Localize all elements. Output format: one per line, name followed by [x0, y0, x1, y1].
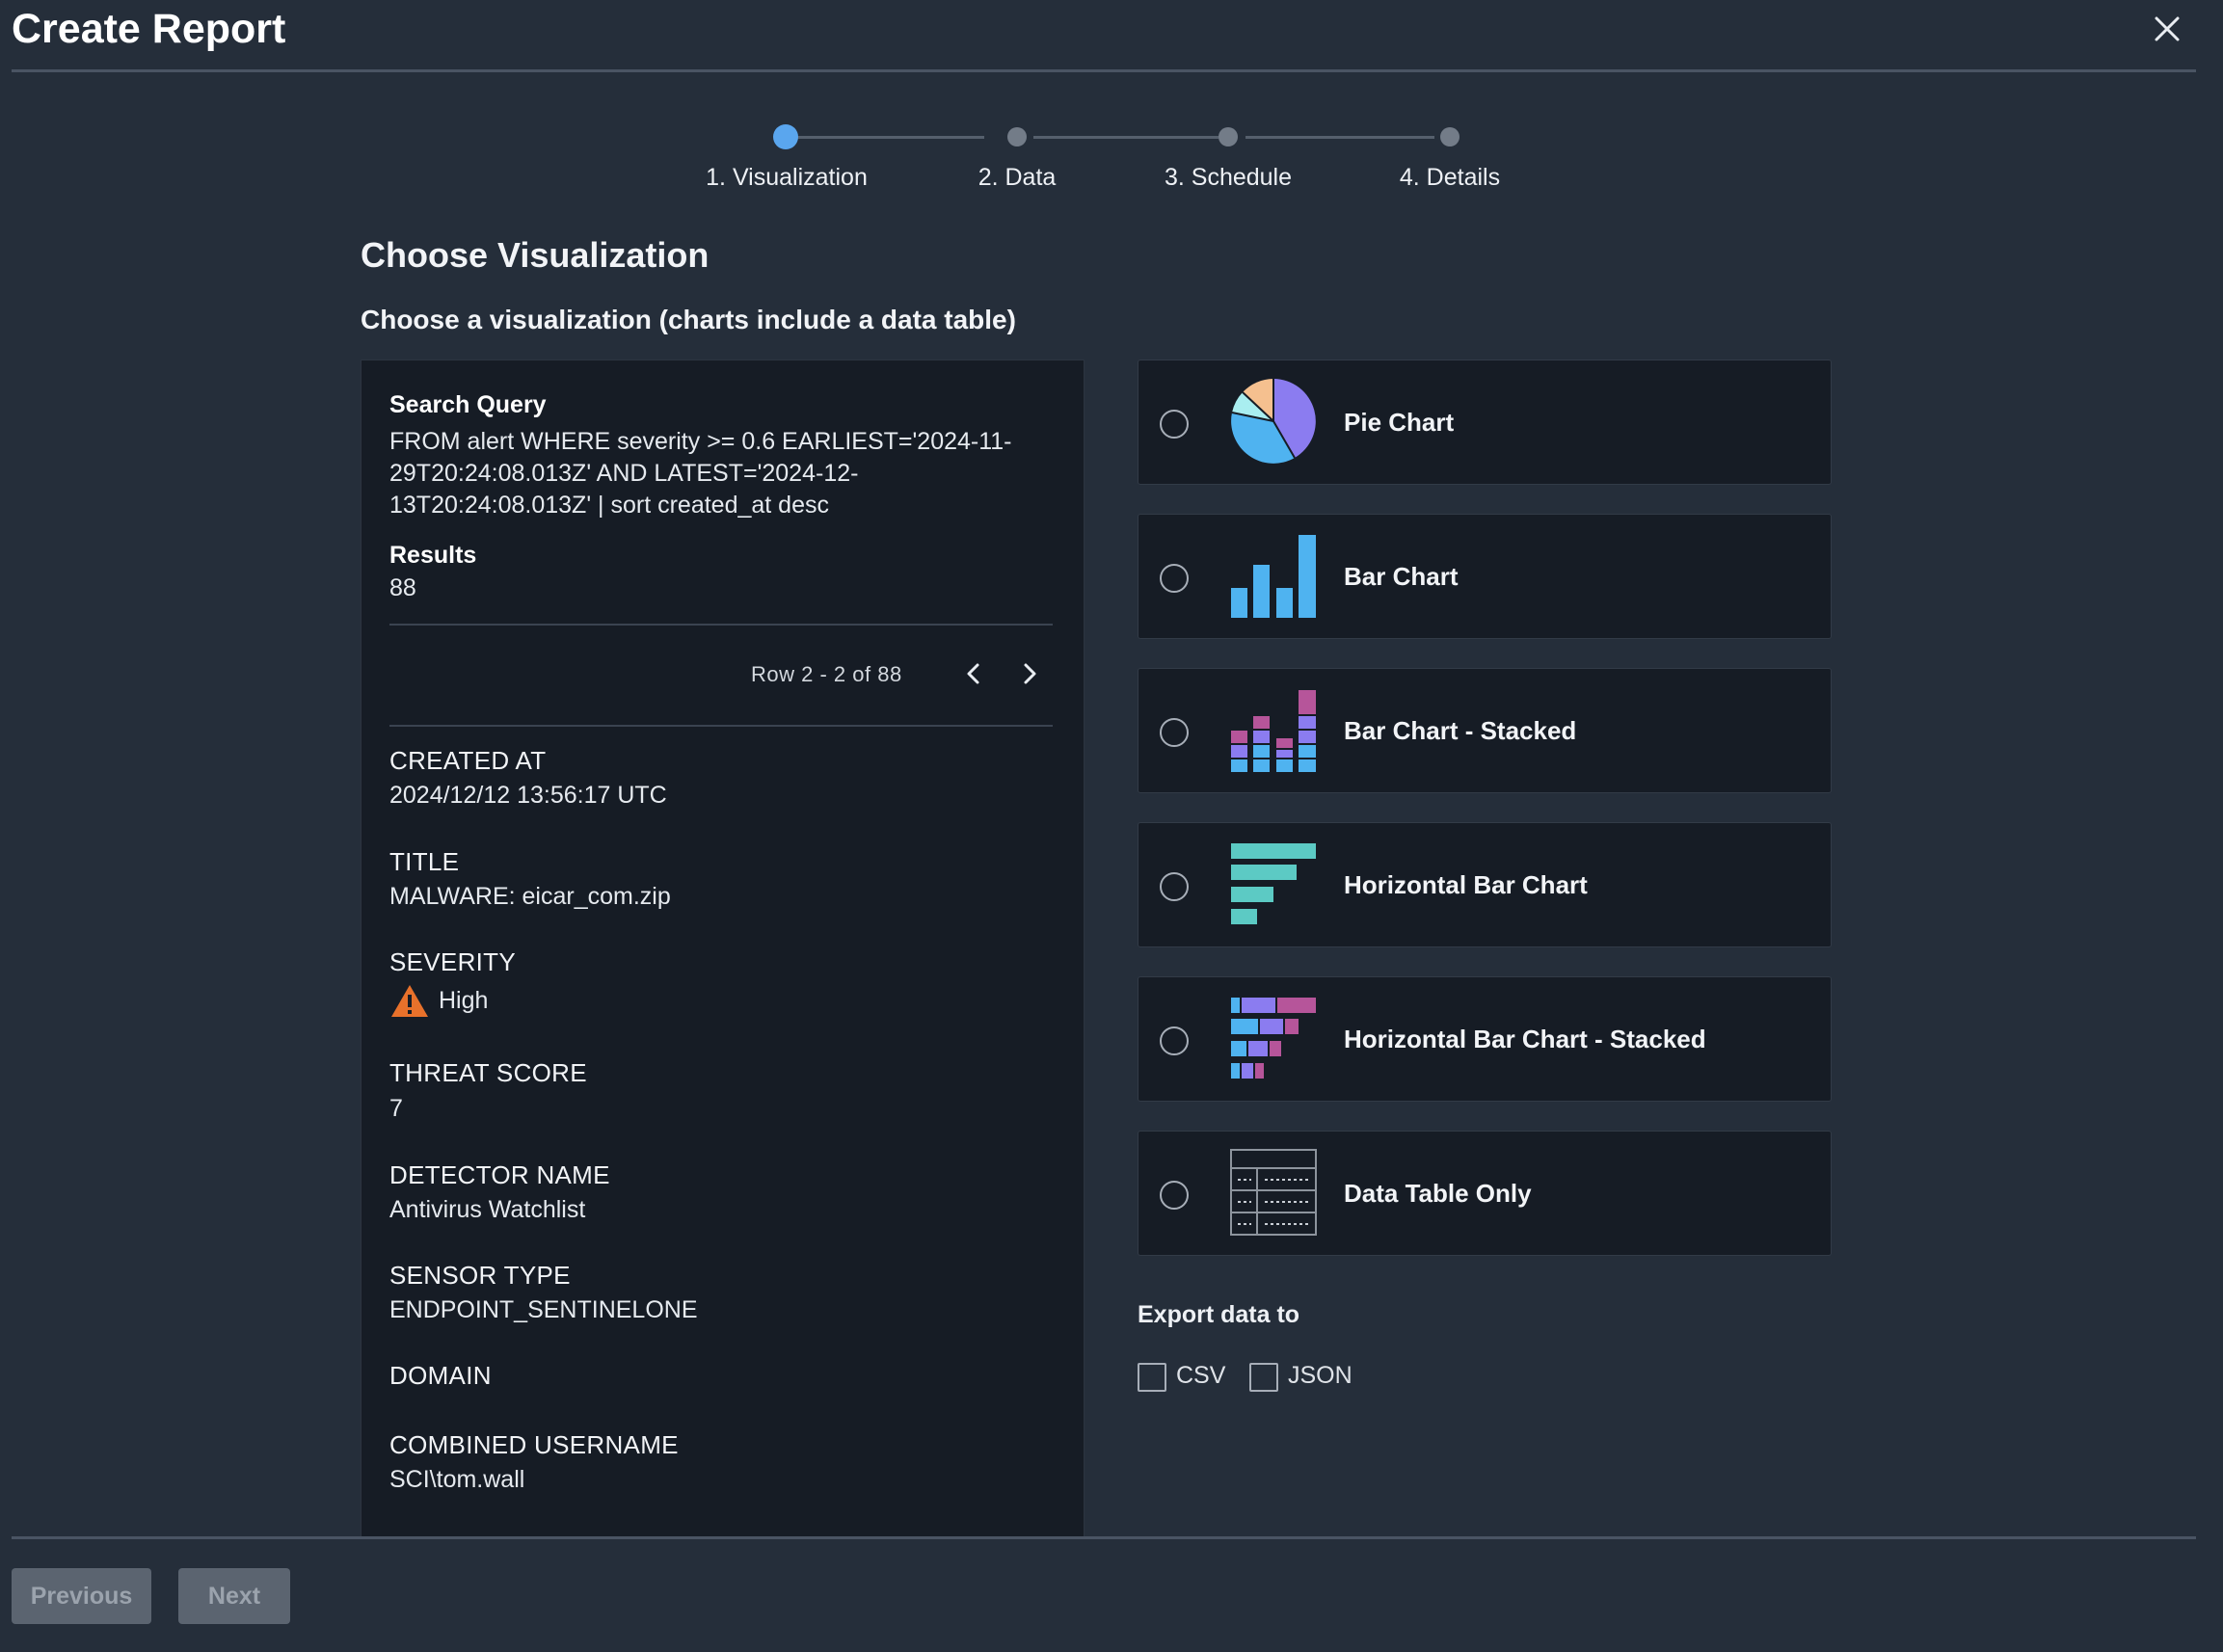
csv-checkbox[interactable] [1138, 1363, 1166, 1392]
field-label: SENSOR TYPE [389, 1261, 571, 1290]
field-label: SEVERITY [389, 947, 516, 976]
visualization-option-stacked-bar-chart[interactable]: Bar Chart - Stacked [1138, 668, 1832, 793]
radio-button[interactable] [1160, 718, 1189, 747]
json-label[interactable]: JSON [1288, 1362, 1353, 1390]
step-connector [797, 136, 984, 139]
field-label: DOMAIN [389, 1361, 492, 1390]
visualization-option-horizontal-stacked-bar-chart[interactable]: Horizontal Bar Chart - Stacked [1138, 976, 1832, 1102]
close-icon [2155, 16, 2180, 41]
section-heading: Choose Visualization [361, 235, 710, 275]
option-label: Data Table Only [1344, 1179, 1532, 1208]
next-row-button[interactable] [1013, 657, 1046, 690]
results-label: Results [389, 542, 477, 569]
data-table-icon [1230, 1149, 1317, 1236]
divider [389, 725, 1053, 727]
step-dot-details[interactable] [1440, 127, 1460, 147]
json-checkbox[interactable] [1249, 1363, 1278, 1392]
dialog-header: Create Report [0, 0, 2223, 71]
step-label-data[interactable]: 2. Data [978, 164, 1057, 192]
radio-button[interactable] [1160, 1026, 1189, 1055]
header-divider [12, 69, 2196, 72]
radio-button[interactable] [1160, 564, 1189, 593]
search-query-text: FROM alert WHERE severity >= 0.6 EARLIES… [389, 428, 1012, 519]
field-label: CREATED AT [389, 746, 547, 775]
step-connector [1245, 136, 1434, 139]
field-value: 2024/12/12 13:56:17 UTC [389, 782, 667, 809]
option-label: Bar Chart - Stacked [1344, 716, 1577, 745]
search-query-label: Search Query [389, 391, 547, 418]
results-count: 88 [389, 574, 416, 601]
step-label-details[interactable]: 4. Details [1400, 164, 1500, 192]
warning-icon [391, 985, 428, 1017]
step-dot-data[interactable] [1007, 127, 1027, 147]
field-value: SCI\tom.wall [389, 1466, 525, 1493]
field-value: ENDPOINT_SENTINELONE [389, 1296, 698, 1323]
close-button[interactable] [2148, 10, 2186, 48]
bar-chart-icon [1231, 535, 1316, 618]
visualization-option-pie-chart[interactable]: Pie Chart [1138, 360, 1832, 485]
dialog-title: Create Report [12, 6, 286, 52]
severity-value: High [439, 987, 489, 1014]
stacked-bar-chart-icon [1231, 690, 1316, 772]
footer-divider [12, 1536, 2196, 1539]
wizard-stepper: 1. Visualization 2. Data 3. Schedule 4. … [675, 114, 1542, 200]
csv-label[interactable]: CSV [1176, 1362, 1225, 1390]
option-label: Horizontal Bar Chart - Stacked [1344, 1025, 1706, 1053]
step-label-schedule[interactable]: 3. Schedule [1165, 164, 1292, 192]
option-label: Bar Chart [1344, 562, 1459, 591]
previous-row-button[interactable] [957, 657, 990, 690]
chevron-right-icon [1024, 663, 1036, 684]
section-subheading: Choose a visualization (charts include a… [361, 305, 1016, 334]
field-label: DETECTOR NAME [389, 1160, 610, 1189]
visualization-option-data-table[interactable]: Data Table Only [1138, 1131, 1832, 1256]
pie-chart-icon [1231, 379, 1316, 464]
radio-button[interactable] [1160, 1181, 1189, 1210]
field-value: MALWARE: eicar_com.zip [389, 883, 671, 910]
row-pager-text: Row 2 - 2 of 88 [751, 662, 902, 686]
horizontal-stacked-bar-chart-icon [1231, 998, 1316, 1079]
field-label: TITLE [389, 847, 460, 876]
option-label: Horizontal Bar Chart [1344, 870, 1588, 899]
previous-button[interactable]: Previous [12, 1568, 151, 1624]
horizontal-bar-chart-icon [1231, 843, 1316, 924]
visualization-option-bar-chart[interactable]: Bar Chart [1138, 514, 1832, 639]
query-preview-panel[interactable]: Search Query FROM alert WHERE severity >… [361, 360, 1085, 1538]
radio-button[interactable] [1160, 872, 1189, 901]
next-button[interactable]: Next [178, 1568, 290, 1624]
field-value: Antivirus Watchlist [389, 1196, 586, 1223]
step-connector [1033, 136, 1219, 139]
chevron-left-icon [967, 663, 979, 684]
export-label: Export data to [1138, 1301, 1300, 1328]
step-dot-visualization[interactable] [773, 124, 798, 149]
divider [389, 624, 1053, 626]
step-dot-schedule[interactable] [1219, 127, 1238, 147]
field-value: 7 [389, 1095, 403, 1122]
field-label: COMBINED USERNAME [389, 1430, 679, 1459]
radio-button[interactable] [1160, 410, 1189, 439]
visualization-option-horizontal-bar-chart[interactable]: Horizontal Bar Chart [1138, 822, 1832, 947]
option-label: Pie Chart [1344, 408, 1455, 437]
step-label-visualization[interactable]: 1. Visualization [706, 164, 868, 192]
field-label: THREAT SCORE [389, 1058, 587, 1087]
